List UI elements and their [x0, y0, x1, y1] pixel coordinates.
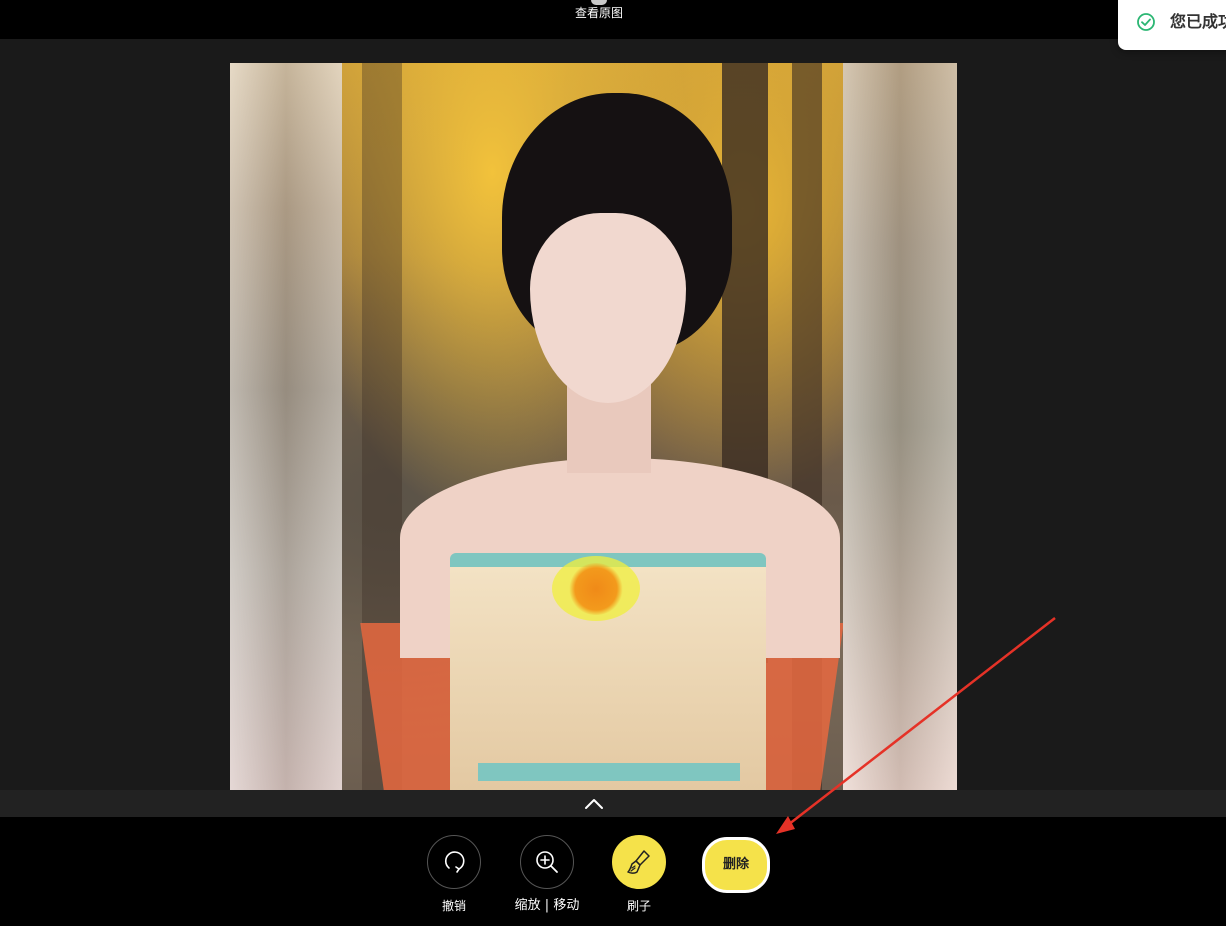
dress-belt — [478, 763, 740, 781]
zoom-move-button[interactable] — [520, 835, 574, 889]
top-bar: 查看原图 — [0, 0, 1226, 39]
undo-button[interactable] — [427, 835, 481, 889]
undo-label: 撤销 — [441, 899, 466, 913]
brush-icon — [627, 850, 650, 874]
brush-button[interactable] — [612, 835, 666, 889]
brush-label: 刷子 — [626, 899, 651, 913]
zoom-in-icon — [536, 851, 558, 873]
panel-handle[interactable] — [0, 790, 1226, 817]
view-original-button[interactable]: 查看原图 — [566, 0, 632, 30]
zoom-move-tool[interactable]: 缩放 | 移动 — [507, 835, 587, 913]
undo-tool[interactable]: 撤销 — [414, 835, 494, 913]
toast-message: 您已成功 — [1170, 12, 1226, 31]
chevron-up-icon[interactable] — [584, 798, 604, 810]
zoom-move-label: 缩放 | 移动 — [514, 898, 580, 913]
check-circle-icon — [1137, 13, 1155, 31]
view-original-label: 查看原图 — [574, 6, 623, 20]
face — [530, 213, 686, 403]
success-toast: 您已成功 — [1118, 0, 1226, 50]
blurred-background-left — [230, 63, 342, 790]
portrait-photo[interactable] — [342, 63, 844, 790]
brush-tool[interactable]: 刷子 — [599, 835, 679, 913]
undo-icon — [444, 851, 465, 873]
flower-embroidery — [568, 563, 624, 615]
delete-button[interactable]: 删除 — [702, 837, 770, 893]
blurred-background-right — [843, 63, 957, 790]
bottom-toolbar: 撤销 缩放 | 移动 刷子 删除 — [0, 817, 1226, 926]
view-original-toggle-icon — [591, 0, 607, 5]
edit-canvas[interactable] — [230, 63, 957, 790]
